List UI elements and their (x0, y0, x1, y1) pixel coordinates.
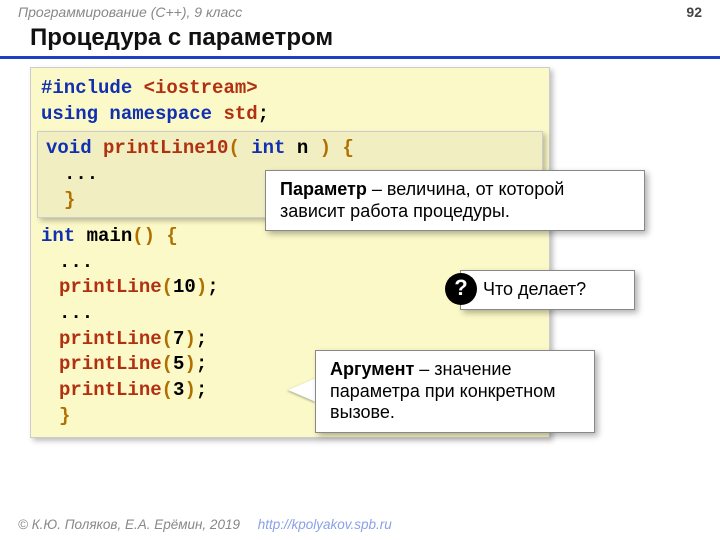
question-mark-icon: ? (445, 273, 477, 305)
callout-question: ? Что делает? (460, 270, 635, 310)
kw-include: #include (41, 77, 144, 99)
page-title: Процедура с параметром (0, 22, 720, 59)
callout-parameter: Параметр – величина, от которой зависит … (265, 170, 645, 231)
arrow-left-icon (288, 378, 316, 402)
callout-argument: Аргумент – значение параметра при конкре… (315, 350, 595, 433)
header-bar: Программирование (C++), 9 класс 92 (0, 0, 720, 22)
footer-bar: © К.Ю. Поляков, Е.А. Ерёмин, 2019 http:/… (0, 513, 720, 536)
copyright: © К.Ю. Поляков, Е.А. Ерёмин, 2019 (18, 517, 240, 532)
page-number: 92 (686, 4, 702, 20)
course-label: Программирование (C++), 9 класс (18, 4, 242, 20)
footer-link: http://kpolyakov.spb.ru (258, 517, 392, 532)
